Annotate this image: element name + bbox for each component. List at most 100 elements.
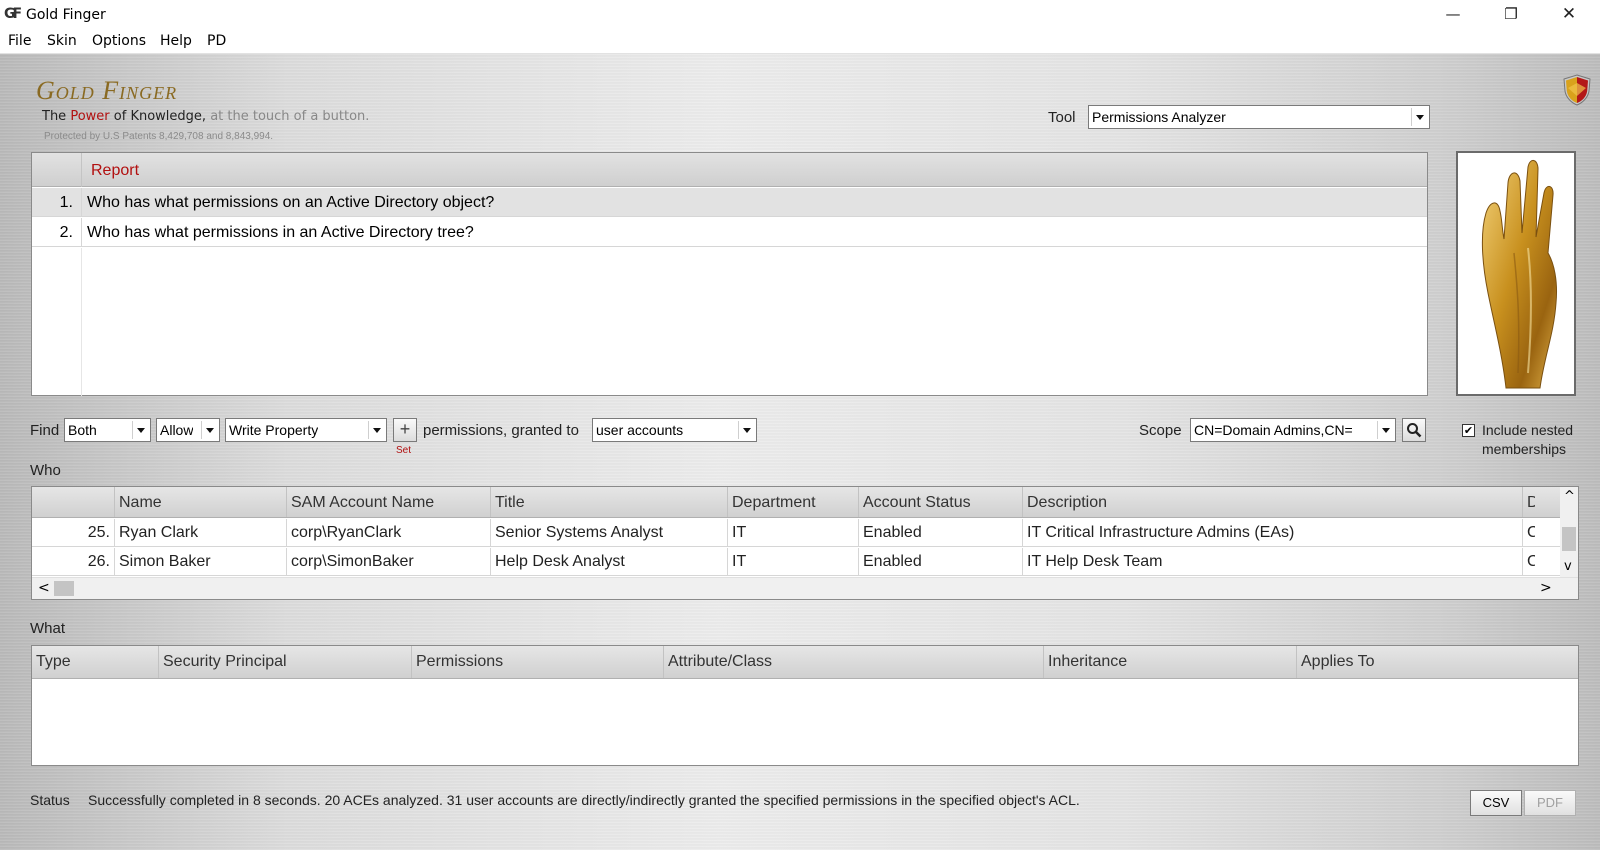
table-row[interactable]: 25. Ryan Clark corp\RyanClark Senior Sys… <box>32 519 1578 547</box>
row-description: IT Help Desk Team <box>1023 548 1523 575</box>
tool-select-value: Permissions Analyzer <box>1092 109 1226 125</box>
row-name: Simon Baker <box>115 548 287 575</box>
search-icon <box>1407 423 1422 438</box>
granted-to-select[interactable]: user accounts <box>592 418 757 442</box>
chevron-down-icon[interactable] <box>132 421 148 439</box>
what-grid-header: Type Security Principal Permissions Attr… <box>32 646 1578 679</box>
who-col-name[interactable]: Name <box>115 487 287 517</box>
report-header-num <box>32 153 82 187</box>
app-icon: GF <box>4 6 22 22</box>
tool-label: Tool <box>1048 109 1076 126</box>
chevron-down-icon[interactable] <box>368 421 384 439</box>
who-vertical-scrollbar[interactable]: ^ v <box>1560 487 1578 579</box>
granted-to-label: permissions, granted to <box>423 422 579 439</box>
status-label: Status <box>30 792 70 808</box>
what-col-inheritance[interactable]: Inheritance <box>1044 646 1297 678</box>
row-account-status: Enabled <box>859 519 1023 546</box>
menu-help[interactable]: Help <box>160 33 192 49</box>
permission-value: Write Property <box>229 422 319 438</box>
tool-select[interactable]: Permissions Analyzer <box>1088 105 1430 129</box>
allow-value: Allow <box>160 422 194 438</box>
what-col-applies-to[interactable]: Applies To <box>1297 646 1578 678</box>
who-hscroll-thumb[interactable] <box>54 581 74 596</box>
who-grid: Name SAM Account Name Title Department A… <box>31 486 1579 600</box>
shield-icon[interactable] <box>1563 74 1591 106</box>
row-department: IT <box>728 548 859 575</box>
window-title: Gold Finger <box>26 7 106 23</box>
close-button[interactable]: ✕ <box>1540 0 1598 30</box>
chevron-down-icon[interactable] <box>1411 108 1427 126</box>
granted-to-value: user accounts <box>596 422 684 438</box>
scroll-up-icon[interactable]: ^ <box>1564 489 1575 504</box>
scope-select[interactable]: CN=Domain Admins,CN= <box>1190 418 1396 442</box>
row-extra: C <box>1523 519 1535 546</box>
menu-bar: File Skin Options Help PD <box>0 30 1600 54</box>
scope-value: CN=Domain Admins,CN= <box>1194 422 1353 438</box>
patent-notice: Protected by U.S Patents 8,429,708 and 8… <box>44 131 274 142</box>
report-header-label: Report <box>91 162 140 179</box>
report-row-num: 2. <box>32 218 82 247</box>
minimize-button[interactable]: — <box>1424 0 1482 30</box>
row-title: Help Desk Analyst <box>491 548 728 575</box>
row-title: Senior Systems Analyst <box>491 519 728 546</box>
allow-select[interactable]: Allow <box>156 418 220 442</box>
pdf-export-button[interactable]: PDF <box>1524 790 1576 816</box>
tagline-touch: at the touch of a button. <box>210 109 370 124</box>
table-row[interactable]: 26. Simon Baker corp\SimonBaker Help Des… <box>32 548 1578 576</box>
who-col-title[interactable]: Title <box>491 487 728 517</box>
scroll-left-icon[interactable]: < <box>38 580 50 596</box>
row-num: 26. <box>32 548 115 575</box>
who-col-sam[interactable]: SAM Account Name <box>287 487 491 517</box>
what-col-attribute-class[interactable]: Attribute/Class <box>664 646 1044 678</box>
menu-skin[interactable]: Skin <box>47 33 77 49</box>
include-nested-label-2: memberships <box>1482 441 1567 457</box>
who-col-extra[interactable]: D <box>1523 487 1535 517</box>
who-grid-header: Name SAM Account Name Title Department A… <box>32 487 1578 518</box>
what-grid: Type Security Principal Permissions Attr… <box>31 645 1579 766</box>
what-col-type[interactable]: Type <box>32 646 159 678</box>
what-col-security-principal[interactable]: Security Principal <box>159 646 412 678</box>
report-row[interactable]: 2. Who has what permissions in an Active… <box>32 218 1427 247</box>
main-panel: Gold Finger The Power of Knowledge, at t… <box>0 54 1600 850</box>
maximize-button[interactable]: ❐ <box>1482 0 1540 30</box>
golden-hand-image <box>1456 151 1576 396</box>
who-col-description[interactable]: Description <box>1023 487 1523 517</box>
who-col-num <box>32 487 115 517</box>
scroll-right-icon[interactable]: > <box>1540 580 1552 596</box>
set-label: Set <box>396 445 412 456</box>
row-sam: corp\SimonBaker <box>287 548 491 575</box>
report-row-text: Who has what permissions in an Active Di… <box>87 224 474 241</box>
tagline-of: of Knowledge, <box>113 109 207 124</box>
title-bar: GF Gold Finger — ❐ ✕ <box>0 0 1600 30</box>
scroll-down-icon[interactable]: v <box>1564 559 1572 574</box>
menu-options[interactable]: Options <box>92 33 146 49</box>
report-row-text: Who has what permissions on an Active Di… <box>87 194 495 211</box>
permission-select[interactable]: Write Property <box>225 418 387 442</box>
find-type-select[interactable]: Both <box>64 418 151 442</box>
who-vscroll-thumb[interactable] <box>1562 527 1576 551</box>
report-row[interactable]: 1. Who has what permissions on an Active… <box>32 188 1427 217</box>
row-name: Ryan Clark <box>115 519 287 546</box>
tagline-power: Power <box>70 109 110 124</box>
tagline-the: The <box>42 109 67 124</box>
find-label: Find <box>30 422 60 439</box>
row-num: 25. <box>32 519 115 546</box>
chevron-down-icon[interactable] <box>201 421 217 439</box>
scope-search-button[interactable] <box>1402 418 1426 442</box>
what-col-permissions[interactable]: Permissions <box>412 646 664 678</box>
brand-title: Gold Finger <box>36 76 178 105</box>
add-permission-button[interactable]: + <box>393 418 417 442</box>
who-col-account-status[interactable]: Account Status <box>859 487 1023 517</box>
menu-pd[interactable]: PD <box>207 33 226 49</box>
row-extra: C <box>1523 548 1535 575</box>
csv-export-button[interactable]: CSV <box>1470 790 1522 816</box>
menu-file[interactable]: File <box>8 33 31 49</box>
what-label: What <box>30 620 66 637</box>
chevron-down-icon[interactable] <box>1377 421 1393 439</box>
who-col-department[interactable]: Department <box>728 487 859 517</box>
hand-icon <box>1481 160 1557 389</box>
who-horizontal-scrollbar[interactable]: < > <box>32 577 1578 599</box>
chevron-down-icon[interactable] <box>738 421 754 439</box>
include-nested-checkbox[interactable]: ✔ <box>1462 424 1475 437</box>
find-type-value: Both <box>68 422 97 438</box>
